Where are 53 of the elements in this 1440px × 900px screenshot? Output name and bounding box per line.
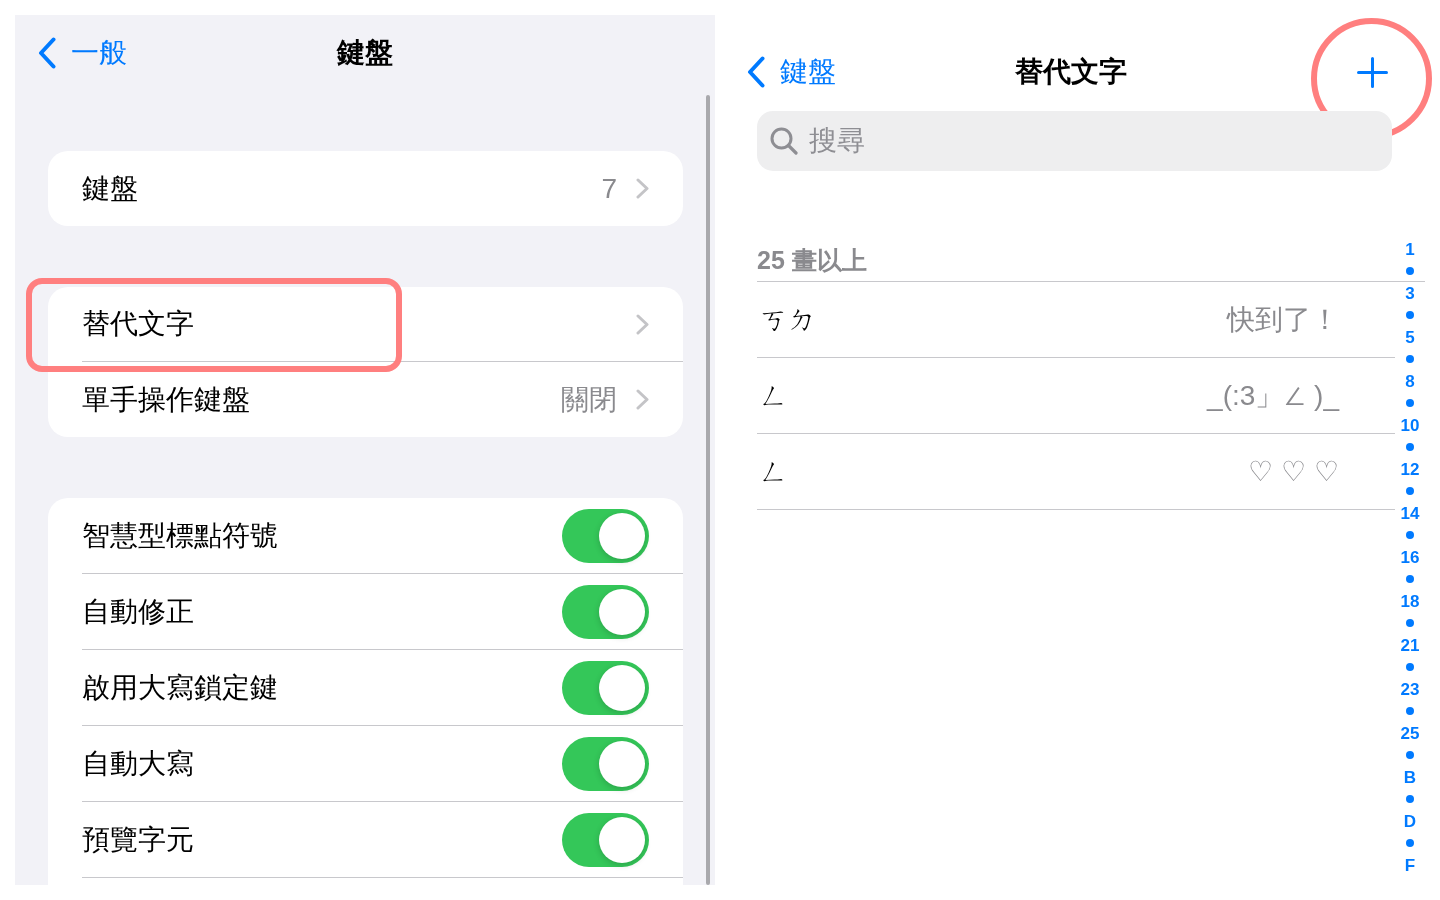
index-label[interactable]: D <box>1395 810 1425 832</box>
search-icon <box>770 127 798 155</box>
add-button[interactable] <box>1357 56 1388 88</box>
nav-title: 鍵盤 <box>337 39 393 67</box>
index-label[interactable]: 8 <box>1395 370 1425 392</box>
index-label[interactable]: F <box>1395 854 1425 876</box>
chevron-right-icon <box>636 313 649 335</box>
index-label[interactable]: 14 <box>1395 502 1425 524</box>
index-label[interactable]: 23 <box>1395 678 1425 700</box>
settings-row[interactable]: 單手操作鍵盤 關閉 <box>48 362 683 437</box>
row-title: ㄎㄉ <box>760 305 816 334</box>
row-title: ㄥ <box>760 381 788 410</box>
index-label[interactable]: 3 <box>1395 282 1425 304</box>
chevron-right-icon <box>636 389 649 410</box>
row-label: 替代文字 <box>82 310 194 338</box>
section-header: 25 畫以上 <box>757 248 867 273</box>
index-label[interactable]: 12 <box>1395 458 1425 480</box>
row-label: 智慧型標點符號 <box>82 521 278 550</box>
index-label[interactable]: 10 <box>1395 414 1425 436</box>
index-label[interactable]: B <box>1395 766 1425 788</box>
back-chevron-icon <box>38 37 56 69</box>
plus-icon <box>1357 56 1388 88</box>
index-label[interactable]: 1 <box>1395 238 1425 260</box>
row-label: 啟用大寫鎖定鍵 <box>82 673 278 702</box>
index-label[interactable]: 21 <box>1395 634 1425 656</box>
toggle-switch[interactable] <box>562 508 649 563</box>
row-label: 自動大寫 <box>82 749 194 778</box>
row-label: 自動修正 <box>82 597 194 626</box>
row-value: 7 <box>601 174 617 203</box>
index-label[interactable]: 5 <box>1395 326 1425 348</box>
chevron-right-icon <box>636 178 649 199</box>
toggle-switch[interactable] <box>562 584 649 639</box>
back-chevron-icon <box>747 56 765 88</box>
back-button[interactable]: 一般 <box>38 37 127 69</box>
toggle-switch[interactable] <box>562 660 649 715</box>
settings-row[interactable]: 替代文字 <box>48 287 683 362</box>
search-field[interactable]: 搜尋 <box>757 111 1392 171</box>
index-label[interactable]: 16 <box>1395 546 1425 568</box>
nav-title: 替代文字 <box>1015 58 1127 86</box>
settings-row[interactable]: 鍵盤 7 <box>48 151 683 226</box>
row-detail: ♡ ♡ ♡ <box>1248 457 1339 486</box>
row-detail: _(:3」∠ )_ <box>1207 381 1339 410</box>
index-label[interactable]: 25 <box>1395 722 1425 744</box>
row-label: 預覽字元 <box>82 825 194 854</box>
index-label[interactable]: 18 <box>1395 590 1425 612</box>
row-detail: 快到了！ <box>1227 305 1339 334</box>
toggle-switch[interactable] <box>562 812 649 867</box>
toggle-switch[interactable] <box>562 736 649 791</box>
row-label: 鍵盤 <box>82 174 138 203</box>
row-title: ㄥ <box>760 457 788 486</box>
row-value: 關閉 <box>561 385 617 414</box>
row-label: 單手操作鍵盤 <box>82 385 250 414</box>
back-button[interactable]: 鍵盤 <box>747 56 836 88</box>
